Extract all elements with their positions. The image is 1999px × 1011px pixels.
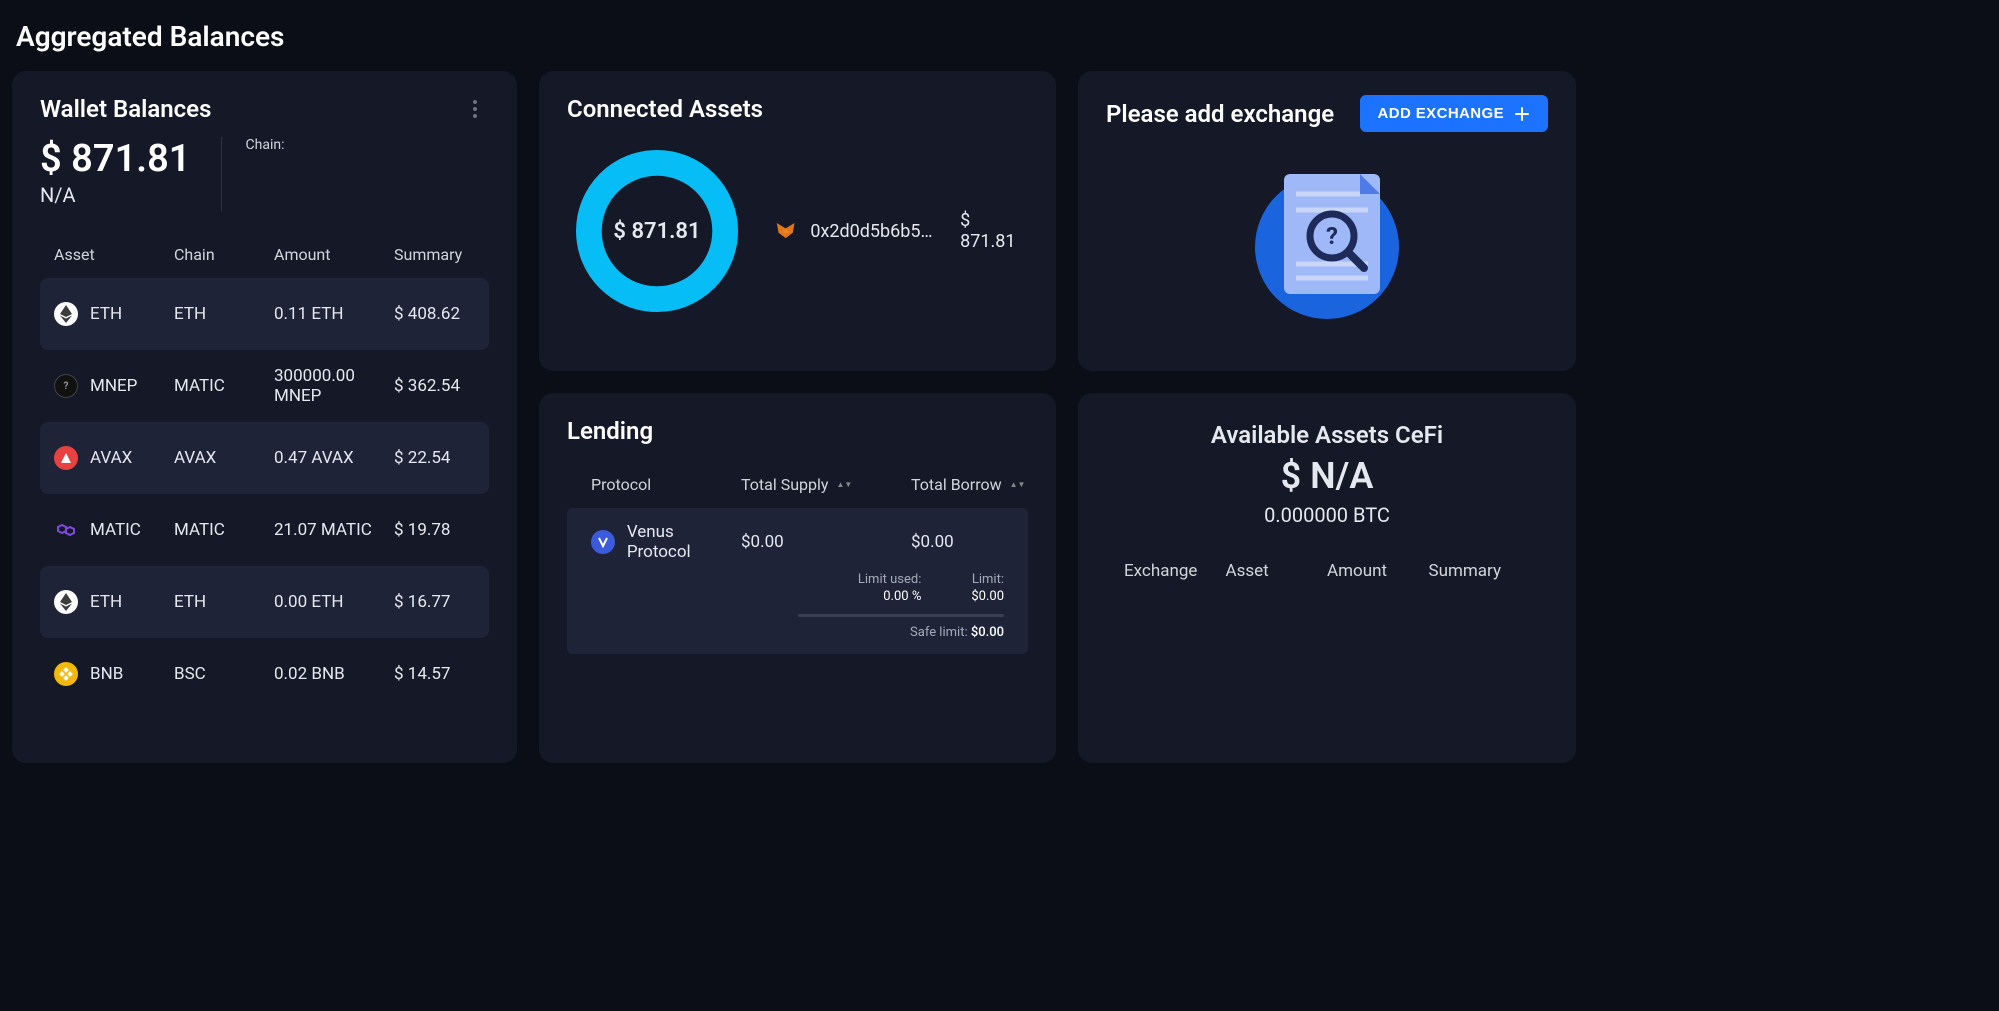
asset-amount: 0.00 ETH [274,592,394,612]
mnep-icon: ? [54,374,78,398]
donut-center-amount: $ 871.81 [567,141,747,321]
col-chain: Chain [174,245,274,264]
lending-card: Lending Protocol Total Supply ▲▼ Total B… [539,393,1056,763]
col-asset: Asset [54,245,174,264]
asset-summary: $ 362.54 [394,376,484,396]
supply-value: $0.00 [741,532,911,552]
wallet-table-header: Asset Chain Amount Summary [40,245,489,278]
eth-icon [54,590,78,614]
asset-summary: $ 19.78 [394,520,484,540]
wallet-balances-card: Wallet Balances $ 871.81 N/A Chain: Asse… [12,71,517,763]
venus-icon [591,530,615,554]
col-total-borrow[interactable]: Total Borrow ▲▼ [911,475,1056,494]
table-row[interactable]: BNB BSC0.02 BNB$ 14.57 [40,638,489,710]
dots-vertical-icon [473,100,477,118]
wallet-table-body[interactable]: ETHETH0.11 ETH$ 408.62?MNEPMATIC300000.0… [40,278,489,739]
asset-chain: BSC [174,664,274,684]
wallet-amount: $ 871.81 [960,210,1028,252]
metamask-icon [775,220,796,242]
connected-donut: $ 871.81 [567,141,747,321]
limit-used: Limit used: 0.00 % [858,572,921,604]
wallet-address: 0x2d0d5b6b5… [810,221,946,242]
wallet-total: $ 871.81 [40,137,191,181]
limit: Limit: $0.00 [971,572,1004,604]
cefi-btc: 0.000000 BTC [1106,503,1548,527]
chain-label: Chain: [246,137,285,153]
col-borrow-label: Total Borrow [911,475,1002,494]
table-row[interactable]: MATICMATIC21.07 MATIC$ 19.78 [40,494,489,566]
eth-icon [54,302,78,326]
table-row[interactable]: ? MNEP MATIC300000.00 MNEP$ 362.54 [40,350,489,422]
lending-row[interactable]: Venus Protocol $0.00 $0.00 Limit used: 0… [567,508,1028,654]
sort-icon: ▲▼ [836,482,852,487]
col-summary: Summary [394,245,484,264]
col-amount: Amount [1327,561,1429,581]
limit-progress-bar [798,614,1005,617]
asset-name: MNEP [90,376,137,396]
asset-chain: ETH [174,592,274,612]
exchange-title: Please add exchange [1106,100,1334,128]
avax-icon [54,446,78,470]
borrow-value: $0.00 [911,532,1056,552]
cefi-title: Available Assets CeFi [1106,421,1548,449]
table-row[interactable]: ETHETH0.00 ETH$ 16.77 [40,566,489,638]
asset-summary: $ 408.62 [394,304,484,324]
add-exchange-label: ADD EXCHANGE [1378,105,1504,122]
asset-summary: $ 16.77 [394,592,484,612]
matic-icon [54,518,78,542]
connected-assets-card: Connected Assets $ 871.81 0x2d0d5b6b5… $… [539,71,1056,371]
lending-title: Lending [567,417,1028,445]
asset-chain: AVAX [174,448,274,468]
safe-limit: Safe limit: $0.00 [591,625,1004,640]
more-button[interactable] [461,95,489,123]
asset-summary: $ 14.57 [394,664,484,684]
asset-amount: 0.47 AVAX [274,448,394,468]
protocol-name: Venus Protocol [627,522,741,562]
col-summary: Summary [1429,561,1531,581]
asset-name: ETH [90,304,122,324]
asset-amount: 300000.00 MNEP [274,366,394,406]
table-row[interactable]: AVAXAVAX0.47 AVAX$ 22.54 [40,422,489,494]
asset-amount: 21.07 MATIC [274,520,394,540]
cefi-amount: $ N/A [1106,455,1548,497]
add-exchange-card: Please add exchange ADD EXCHANGE ? [1078,71,1576,371]
bnb-icon [54,662,78,686]
asset-name: ETH [90,592,122,612]
asset-summary: $ 22.54 [394,448,484,468]
asset-name: AVAX [90,448,132,468]
wallet-title: Wallet Balances [40,95,211,123]
asset-chain: MATIC [174,376,274,396]
asset-amount: 0.02 BNB [274,664,394,684]
col-total-supply[interactable]: Total Supply ▲▼ [741,475,911,494]
cefi-header: Exchange Asset Amount Summary [1106,561,1548,581]
asset-amount: 0.11 ETH [274,304,394,324]
asset-chain: MATIC [174,520,274,540]
wallet-subtotal: N/A [40,183,191,207]
asset-name: MATIC [90,520,141,540]
col-protocol: Protocol [591,475,741,494]
col-asset: Asset [1226,561,1328,581]
add-exchange-button[interactable]: ADD EXCHANGE [1360,95,1548,132]
sort-icon: ▲▼ [1010,482,1026,487]
plus-icon [1514,106,1530,122]
asset-name: BNB [90,664,123,684]
connected-wallet-entry[interactable]: 0x2d0d5b6b5… $ 871.81 [775,210,1028,252]
page-title: Aggregated Balances [16,20,1987,53]
asset-chain: ETH [174,304,274,324]
exchange-illustration: ? [1106,152,1548,322]
col-exchange: Exchange [1124,561,1226,581]
cefi-card: Available Assets CeFi $ N/A 0.000000 BTC… [1078,393,1576,763]
lending-header: Protocol Total Supply ▲▼ Total Borrow ▲▼ [567,445,1028,508]
connected-title: Connected Assets [567,95,1028,123]
col-amount: Amount [274,245,394,264]
table-row[interactable]: ETHETH0.11 ETH$ 408.62 [40,278,489,350]
col-supply-label: Total Supply [741,475,828,494]
svg-text:?: ? [1326,222,1338,250]
